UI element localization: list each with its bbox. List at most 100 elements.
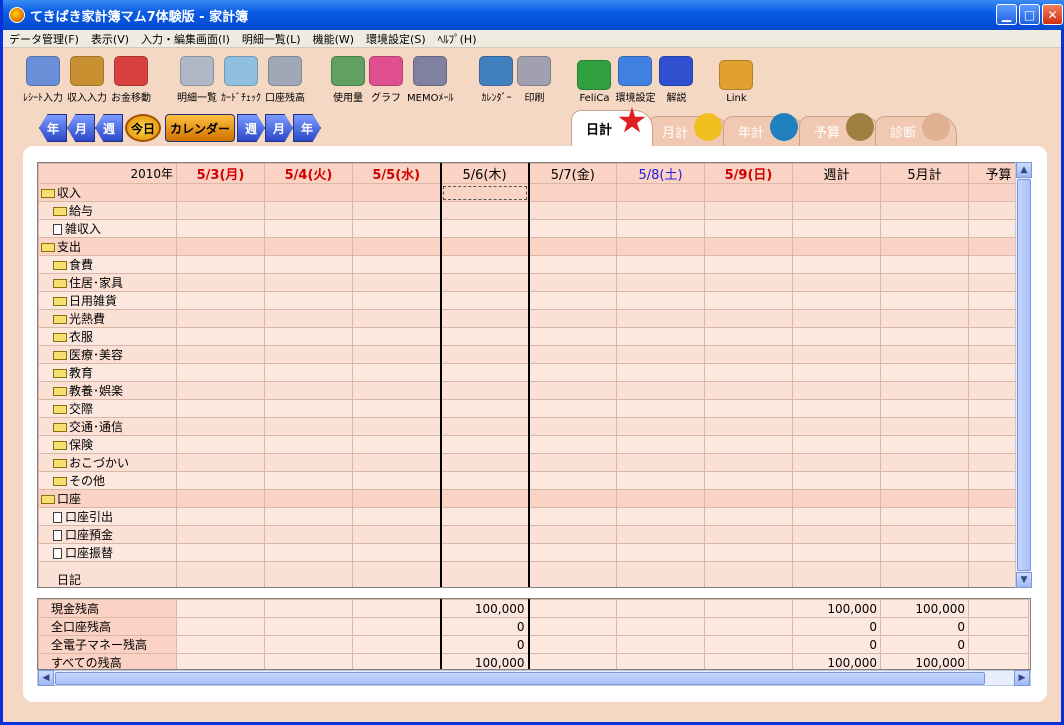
toolbar-button[interactable]: 環境設定 <box>615 50 655 104</box>
ledger-cell[interactable] <box>527 309 617 328</box>
ledger-cell[interactable] <box>527 381 617 400</box>
ledger-cell[interactable] <box>264 273 353 292</box>
ledger-cell[interactable] <box>439 489 529 508</box>
ledger-cell[interactable] <box>704 219 793 238</box>
category-cell[interactable]: 光熱費 <box>38 309 177 328</box>
ledger-cell[interactable] <box>176 309 265 328</box>
column-header[interactable]: 5月計 <box>880 163 969 184</box>
ledger-cell[interactable] <box>704 345 793 364</box>
ledger-cell[interactable] <box>792 399 881 418</box>
ledger-cell[interactable] <box>439 291 529 310</box>
column-header[interactable]: 5/4(火) <box>264 163 353 184</box>
ledger-cell[interactable] <box>704 507 793 526</box>
ledger-cell[interactable] <box>880 345 969 364</box>
ledger-cell[interactable] <box>704 255 793 274</box>
ledger-cell[interactable] <box>439 417 529 436</box>
ledger-cell[interactable] <box>704 363 793 382</box>
ledger-cell[interactable] <box>880 327 969 346</box>
vertical-scroll-thumb[interactable] <box>1017 179 1031 571</box>
ledger-cell[interactable] <box>264 255 353 274</box>
ledger-cell[interactable] <box>352 219 441 238</box>
ledger-cell[interactable] <box>527 219 617 238</box>
ledger-cell[interactable] <box>527 471 617 490</box>
ledger-cell[interactable] <box>352 201 441 220</box>
ledger-cell[interactable] <box>616 255 705 274</box>
ledger-cell[interactable] <box>352 399 441 418</box>
ledger-cell[interactable] <box>704 525 793 544</box>
ledger-cell[interactable] <box>792 237 881 256</box>
column-header[interactable]: 5/6(木) <box>439 163 529 184</box>
tab-2[interactable]: 年計 <box>723 113 806 146</box>
category-cell[interactable]: 雑収入 <box>38 219 177 238</box>
ledger-cell[interactable] <box>527 255 617 274</box>
ledger-cell[interactable] <box>880 453 969 472</box>
ledger-cell[interactable] <box>264 453 353 472</box>
nav-button[interactable]: 今日 <box>125 114 162 142</box>
category-cell[interactable]: おこづかい <box>38 453 177 472</box>
horizontal-scroll-thumb[interactable] <box>55 672 985 685</box>
category-cell[interactable]: 交通･通信 <box>38 417 177 436</box>
ledger-cell[interactable] <box>880 417 969 436</box>
ledger-cell[interactable] <box>527 453 617 472</box>
column-header[interactable]: 5/5(水) <box>352 163 441 184</box>
ledger-cell[interactable] <box>880 471 969 490</box>
ledger-cell[interactable] <box>527 543 617 562</box>
ledger-cell[interactable] <box>527 363 617 382</box>
column-header[interactable]: 5/8(土) <box>616 163 705 184</box>
ledger-cell[interactable] <box>616 417 705 436</box>
ledger-cell[interactable] <box>176 291 265 310</box>
ledger-cell[interactable] <box>352 507 441 526</box>
ledger-cell[interactable] <box>616 525 705 544</box>
ledger-cell[interactable] <box>176 453 265 472</box>
ledger-cell[interactable] <box>616 435 705 454</box>
ledger-cell[interactable] <box>439 525 529 544</box>
ledger-cell[interactable] <box>616 219 705 238</box>
title-bar[interactable]: てきぱき家計簿マム7体験版 - 家計簿 ▁ □ ✕ <box>3 0 1064 30</box>
ledger-cell[interactable] <box>880 237 969 256</box>
category-cell[interactable]: 口座振替 <box>38 543 177 562</box>
ledger-cell[interactable] <box>527 273 617 292</box>
ledger-cell[interactable] <box>792 273 881 292</box>
ledger-cell[interactable] <box>352 417 441 436</box>
nav-button[interactable]: カレンダー <box>165 114 236 142</box>
vertical-scrollbar[interactable]: ▲ ▼ <box>1015 162 1032 588</box>
ledger-cell[interactable] <box>792 543 881 562</box>
toolbar-button[interactable]: 収入入力 <box>67 50 107 104</box>
ledger-cell[interactable] <box>704 435 793 454</box>
ledger-cell[interactable] <box>616 273 705 292</box>
nav-button[interactable]: 月 <box>265 114 294 142</box>
nav-button[interactable]: 月 <box>67 114 95 142</box>
toolbar-button[interactable]: MEMOﾒｰﾙ <box>407 50 453 104</box>
ledger-cell[interactable] <box>439 327 529 346</box>
ledger-cell[interactable] <box>439 309 529 328</box>
ledger-cell[interactable] <box>264 561 353 587</box>
tab-0[interactable]: 日計 <box>571 107 654 146</box>
ledger-cell[interactable] <box>439 219 529 238</box>
ledger-cell[interactable] <box>352 237 441 256</box>
ledger-cell[interactable] <box>792 381 881 400</box>
nav-button[interactable]: 年 <box>39 114 67 142</box>
ledger-cell[interactable] <box>176 561 265 587</box>
ledger-cell[interactable] <box>704 327 793 346</box>
ledger-cell[interactable] <box>527 183 617 202</box>
ledger-cell[interactable] <box>880 507 969 526</box>
ledger-cell[interactable] <box>176 237 265 256</box>
category-cell[interactable]: 衣服 <box>38 327 177 346</box>
ledger-cell[interactable] <box>527 345 617 364</box>
ledger-cell[interactable] <box>792 507 881 526</box>
ledger-cell[interactable] <box>527 507 617 526</box>
scroll-right-icon[interactable]: ▶ <box>1014 670 1030 686</box>
ledger-cell[interactable] <box>352 309 441 328</box>
ledger-cell[interactable] <box>616 471 705 490</box>
ledger-cell[interactable] <box>880 273 969 292</box>
ledger-cell[interactable] <box>264 219 353 238</box>
ledger-cell[interactable] <box>439 345 529 364</box>
ledger-cell[interactable] <box>176 345 265 364</box>
ledger-cell[interactable] <box>792 345 881 364</box>
ledger-cell[interactable] <box>264 489 353 508</box>
ledger-cell[interactable] <box>264 363 353 382</box>
ledger-cell[interactable] <box>176 219 265 238</box>
ledger-cell[interactable] <box>439 273 529 292</box>
ledger-cell[interactable] <box>704 399 793 418</box>
category-cell[interactable]: 口座 <box>38 489 177 508</box>
